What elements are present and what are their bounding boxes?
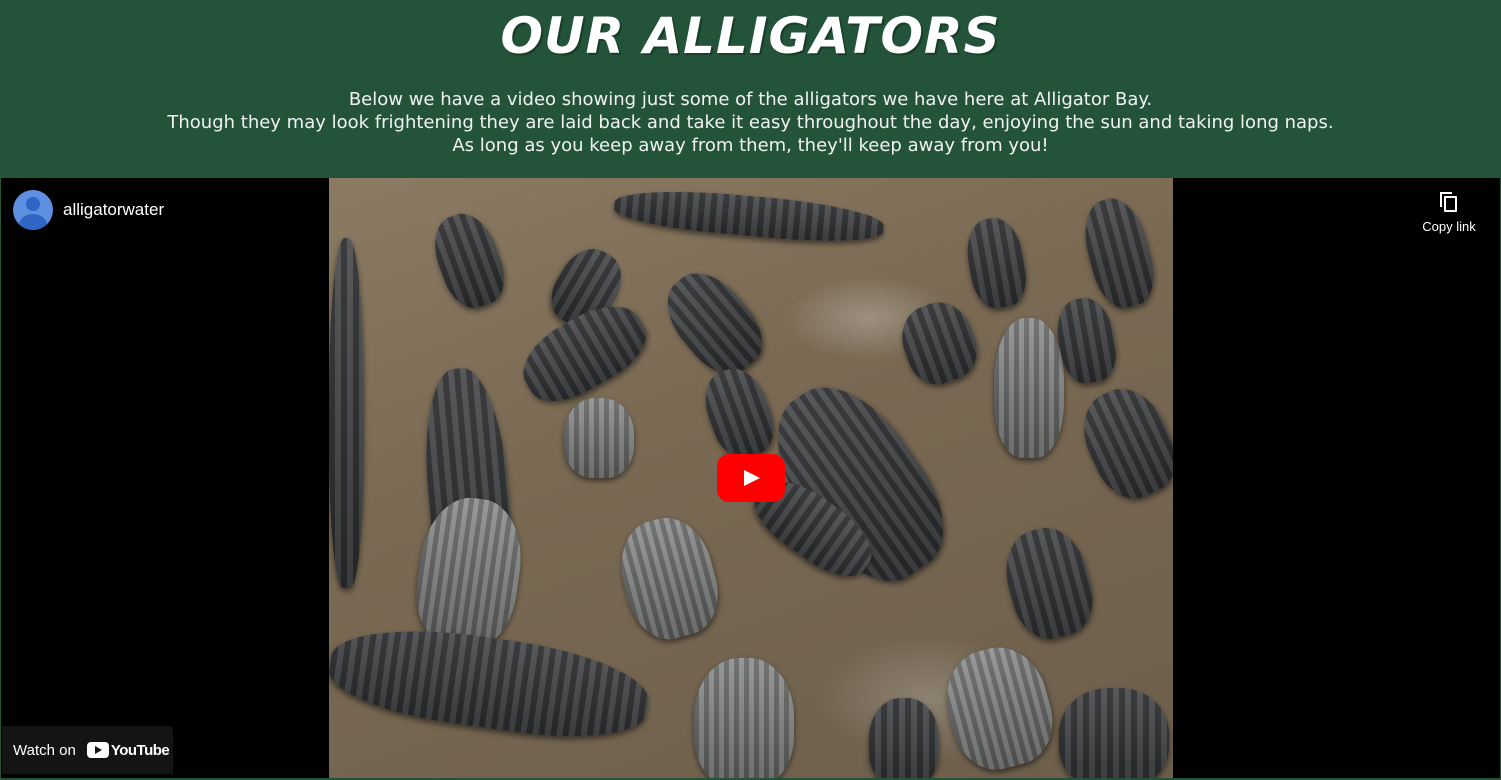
alligator-shape — [869, 698, 939, 778]
page-title: Our Alligators — [500, 7, 1001, 65]
alligator-shape — [329, 238, 364, 588]
youtube-logo-icon: YouTube — [86, 741, 170, 759]
alligator-shape — [695, 360, 783, 466]
youtube-embed-player[interactable]: alligatorwater Copy link Watch on YouTub… — [1, 178, 1500, 778]
alligator-shape — [935, 637, 1063, 778]
copy-icon — [1438, 190, 1460, 214]
alligator-shape — [651, 258, 777, 388]
alligator-shape — [610, 508, 728, 648]
alligator-shape — [1075, 192, 1163, 314]
alligator-shape — [1069, 376, 1173, 510]
alligator-shape — [961, 213, 1032, 313]
copy-link-label: Copy link — [1422, 219, 1476, 234]
youtube-wordmark: YouTube — [110, 741, 170, 759]
intro-line-2: Though they may look frightening they ar… — [167, 112, 1334, 133]
intro-line-3: As long as you keep away from them, they… — [452, 135, 1049, 156]
youtube-play-button[interactable] — [717, 454, 785, 502]
alligator-shape — [996, 519, 1102, 647]
watch-on-label: Watch on — [13, 741, 76, 759]
copy-link-button[interactable]: Copy link — [1419, 190, 1479, 234]
intro-line-1: Below we have a video showing just some … — [348, 89, 1153, 110]
play-icon — [744, 470, 760, 486]
watch-on-youtube-button[interactable]: Watch on YouTube — [2, 726, 173, 774]
channel-name[interactable]: alligatorwater — [63, 200, 164, 220]
page-header: Our Alligators Below we have a video sho… — [0, 0, 1501, 178]
alligator-shape — [1059, 688, 1169, 778]
alligator-shape — [892, 293, 986, 393]
account-circle-icon[interactable] — [13, 190, 53, 230]
alligator-shape — [409, 491, 529, 655]
intro-text: Below we have a video showing just some … — [0, 88, 1501, 157]
alligator-shape — [994, 318, 1064, 458]
alligator-shape — [424, 205, 514, 316]
alligator-shape — [612, 184, 886, 248]
channel-info[interactable]: alligatorwater — [13, 190, 164, 230]
alligator-shape — [564, 398, 634, 478]
alligator-shape — [694, 658, 794, 778]
